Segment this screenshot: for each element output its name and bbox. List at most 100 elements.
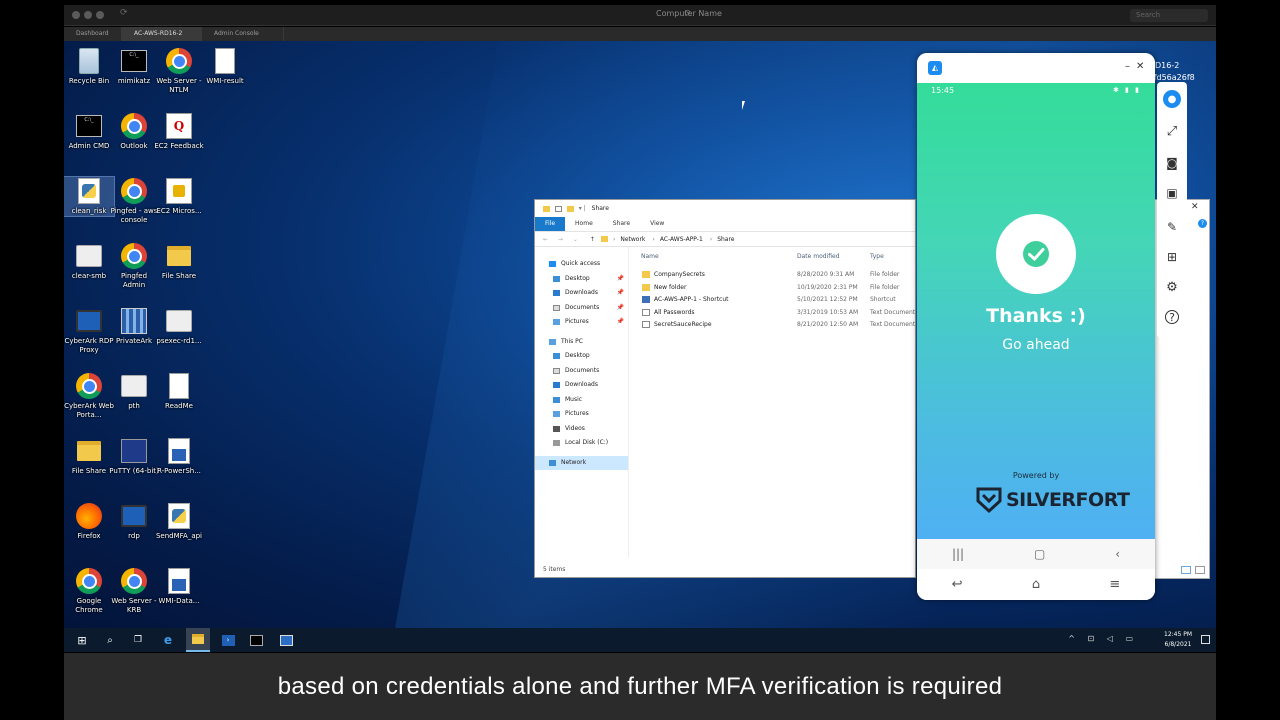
tab-admin-console[interactable]: Admin Console	[202, 27, 284, 41]
desktop-icon-cyberark-web-portal[interactable]: CyberArk Web Porta...	[64, 372, 114, 420]
command-prompt-icon[interactable]	[248, 632, 264, 648]
home-icon[interactable]: ⌂	[1032, 577, 1040, 592]
fullscreen-icon[interactable]: ⤢	[1163, 122, 1181, 140]
nav-arrows-icon[interactable]: ← → ⌄	[543, 236, 582, 243]
nav-item-pictures[interactable]: Pictures 📌	[535, 315, 628, 330]
breadcrumb-server[interactable]: AC-AWS-APP-1	[660, 236, 703, 243]
file-row[interactable]: All Passwords 3/31/2019 10:53 AM Text Docu…	[635, 307, 915, 320]
taskbar-clock[interactable]: 12:45 PM 6/8/2021	[1164, 630, 1192, 650]
close-icon[interactable]: ✕	[1191, 202, 1199, 212]
close-window-button[interactable]	[72, 11, 80, 19]
column-header-name[interactable]: Name	[641, 253, 659, 260]
nav-item-pc-desktop[interactable]: Desktop	[535, 349, 628, 364]
search-icon[interactable]: ⌕	[102, 632, 118, 648]
address-bar[interactable]: ← → ⌄ ↑ › Network › AC-AWS-APP-1 › Share	[535, 231, 915, 247]
nav-item-quick-access[interactable]: Quick access	[535, 257, 628, 272]
column-header-date[interactable]: Date modified	[797, 253, 840, 260]
nav-item-local-disk[interactable]: Local Disk (C:)	[535, 436, 628, 451]
desktop-icon-pth[interactable]: pth	[109, 372, 159, 411]
nav-item-downloads[interactable]: Downloads 📌	[535, 286, 628, 301]
file-row[interactable]: AC-AWS-APP-1 - Shortcut 5/10/2021 12:52 P…	[635, 294, 915, 307]
desktop-icon-web-server-krb[interactable]: Web Server - KRB	[109, 567, 159, 615]
desktop-icon-firefox[interactable]: Firefox	[64, 502, 114, 541]
browser-search-input[interactable]: Search	[1130, 9, 1208, 22]
ribbon-tab-view[interactable]: View	[640, 217, 674, 231]
desktop-icon-rdp[interactable]: rdp	[109, 502, 159, 541]
desktop-icon-clear-smb[interactable]: clear-smb	[64, 242, 114, 281]
desktop-icon-privateark[interactable]: PrivateArk	[109, 307, 159, 346]
back-arrow-icon[interactable]: ↩	[952, 577, 963, 592]
desktop-icon-google-chrome[interactable]: Google Chrome	[64, 567, 114, 615]
desktop-icon-readme[interactable]: ReadMe	[154, 372, 204, 411]
desktop-icon-pingfed-admin[interactable]: Pingfed Admin	[109, 242, 159, 290]
internet-explorer-icon[interactable]: e	[160, 632, 176, 648]
file-row[interactable]: SecretSauceRecipe 8/21/2020 12:50 AM Text …	[635, 319, 915, 332]
record-icon[interactable]: ▣	[1163, 184, 1181, 202]
nav-item-videos[interactable]: Videos	[535, 422, 628, 437]
ribbon-tab-home[interactable]: Home	[565, 217, 603, 231]
nav-item-documents[interactable]: Documents 📌	[535, 301, 628, 316]
share-icon[interactable]: ⊙	[684, 8, 691, 17]
file-row[interactable]: CompanySecrets 8/28/2020 9:31 AM File fold…	[635, 269, 915, 282]
up-arrow-icon[interactable]: ↑	[590, 236, 595, 243]
nav-item-pc-documents[interactable]: Documents	[535, 364, 628, 379]
desktop-icon-file-share[interactable]: File Share	[154, 242, 204, 281]
desktop-icon-ec2-feedback[interactable]: Q EC2 Feedback	[154, 112, 204, 151]
camera-icon[interactable]: ◙	[1163, 154, 1181, 172]
file-explorer-taskbar-button[interactable]	[186, 628, 210, 652]
file-row[interactable]: New folder 10/19/2020 2:31 PM File folder	[635, 282, 915, 295]
home-button[interactable]: ▢	[1034, 547, 1045, 561]
account-icon[interactable]: ●	[1163, 90, 1181, 108]
checkbox-icon[interactable]	[554, 205, 562, 212]
back-button[interactable]: ‹	[1115, 547, 1120, 561]
tab-dashboard[interactable]: Dashboard	[64, 27, 122, 41]
qat-dropdown-icon[interactable]: ▾ |	[579, 205, 586, 212]
desktop-icon-psexec[interactable]: psexec-rd1...	[154, 307, 204, 346]
desktop-icon-sendmfa-api[interactable]: SendMFA_api	[154, 502, 204, 541]
desktop-icon-r-powershell[interactable]: R-PowerSh...	[154, 437, 204, 476]
ribbon-tab-share[interactable]: Share	[603, 217, 640, 231]
desktop-icon-clean-risk[interactable]: clean_risk	[64, 176, 115, 217]
close-icon[interactable]: ✕	[1136, 61, 1144, 72]
column-header-type[interactable]: Type	[870, 253, 884, 260]
zoom-window-button[interactable]	[96, 11, 104, 19]
settings-icon[interactable]: ⚙	[1163, 278, 1181, 296]
nav-item-network[interactable]: Network	[535, 455, 628, 470]
recent-apps-button[interactable]: |||	[952, 547, 964, 561]
desktop-icon-ec2-micros[interactable]: EC2 Micros...	[154, 177, 204, 216]
view-toggle-icon[interactable]	[1181, 566, 1191, 574]
view-toggle-icon[interactable]	[1195, 566, 1205, 574]
task-view-icon[interactable]: ❐	[130, 632, 146, 648]
help-icon[interactable]: ?	[1198, 219, 1207, 228]
reload-icon[interactable]: ⟳	[120, 8, 128, 18]
powershell-icon[interactable]: ›	[220, 632, 236, 648]
nav-item-desktop[interactable]: Desktop 📌	[535, 272, 628, 287]
desktop-icon-recycle-bin[interactable]: Recycle Bin	[64, 47, 114, 86]
nav-item-pc-downloads[interactable]: Downloads	[535, 378, 628, 393]
desktop-icon-pingfed-aws-console[interactable]: Pingfed - aws console	[109, 177, 159, 225]
minimize-icon[interactable]: –	[1125, 61, 1130, 72]
help-icon[interactable]: ?	[1165, 310, 1179, 324]
pen-icon[interactable]: ✎	[1163, 218, 1181, 236]
desktop-icon-wmi-result[interactable]: WMI-result	[200, 47, 250, 86]
notifications-icon[interactable]	[1201, 635, 1210, 644]
breadcrumb-share[interactable]: Share	[717, 236, 734, 243]
remote-desktop-icon[interactable]	[278, 632, 294, 648]
desktop-icon-file-share-2[interactable]: File Share	[64, 437, 114, 476]
system-tray-icons[interactable]: ^ ⊡ ◁ ▭	[1068, 634, 1138, 643]
file-explorer-window[interactable]: ▾ | Share File Home Share View ← → ⌄ ↑ ›…	[534, 199, 916, 578]
desktop-icon-wmi-data[interactable]: WMI-Data...	[154, 567, 204, 606]
start-button-windows-icon[interactable]: ⊞	[74, 632, 90, 648]
desktop-icon-outlook[interactable]: Outlook	[109, 112, 159, 151]
breadcrumb-network[interactable]: Network	[620, 236, 645, 243]
minimize-window-button[interactable]	[84, 11, 92, 19]
gift-icon[interactable]: ⊞	[1163, 248, 1181, 266]
nav-item-music[interactable]: Music	[535, 393, 628, 408]
desktop-icon-mimikatz[interactable]: mimikatz	[109, 47, 159, 86]
tab-ac-aws-rd16-2[interactable]: AC-AWS-RD16-2	[122, 27, 202, 41]
desktop-icon-cyberark-rdp-proxy[interactable]: CyberArk RDP Proxy	[64, 307, 114, 355]
menu-icon[interactable]: ≡	[1109, 577, 1120, 592]
ribbon-tab-file[interactable]: File	[535, 217, 566, 231]
desktop-icon-putty[interactable]: PuTTY (64-bit)	[109, 437, 159, 476]
desktop-icon-admin-cmd[interactable]: Admin CMD	[64, 112, 114, 151]
